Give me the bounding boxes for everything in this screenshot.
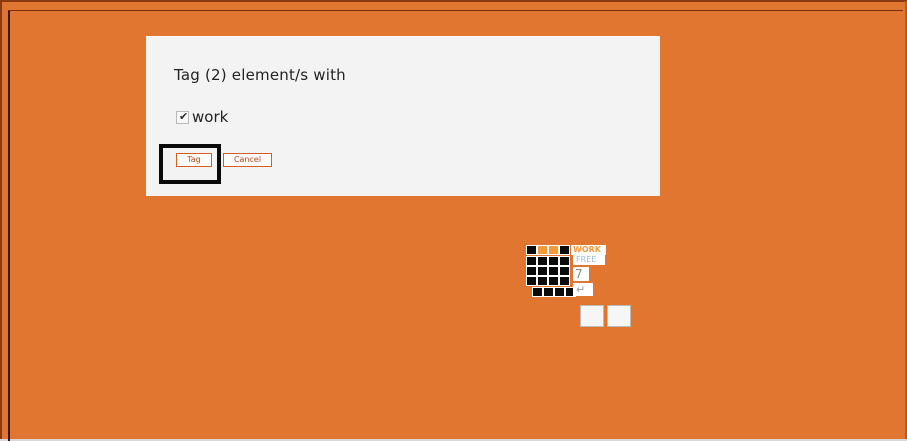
work-tag-chip[interactable]: WORK xyxy=(571,245,606,255)
tag-dialog: Tag (2) element/s with ✔ work Tag Cancel xyxy=(146,36,660,196)
selection-square[interactable] xyxy=(526,256,537,266)
selection-square[interactable] xyxy=(543,287,554,297)
selection-square[interactable] xyxy=(537,266,548,276)
free-tag-chip[interactable]: FREE xyxy=(573,255,605,265)
cancel-button[interactable]: Cancel xyxy=(223,153,272,167)
selection-square[interactable] xyxy=(526,245,537,255)
dialog-title: Tag (2) element/s with xyxy=(174,66,346,84)
tag-option-label: work xyxy=(192,108,229,126)
top-rule xyxy=(8,10,903,11)
tag-button[interactable]: Tag xyxy=(176,153,212,167)
app-canvas: Tag (2) element/s with ✔ work Tag Cancel xyxy=(0,0,907,441)
selection-square[interactable] xyxy=(548,276,559,286)
selection-square[interactable] xyxy=(548,266,559,276)
blank-tile[interactable] xyxy=(607,305,631,327)
left-rule xyxy=(8,10,10,441)
check-icon: ✔ xyxy=(179,109,189,123)
seven-tag-chip[interactable]: 7 xyxy=(573,267,589,281)
selection-square[interactable] xyxy=(559,256,570,266)
selection-square[interactable] xyxy=(526,266,537,276)
selection-square[interactable] xyxy=(548,245,559,255)
selection-square[interactable] xyxy=(537,276,548,286)
element-minimap: WORK FREE 7 ↵ xyxy=(525,243,635,333)
selection-square[interactable] xyxy=(548,256,559,266)
selection-square[interactable] xyxy=(537,245,548,255)
selection-square[interactable] xyxy=(559,245,570,255)
selection-square[interactable] xyxy=(559,266,570,276)
selection-square[interactable] xyxy=(532,287,543,297)
blank-tile[interactable] xyxy=(580,305,604,327)
selection-square[interactable] xyxy=(559,276,570,286)
selection-square[interactable] xyxy=(537,256,548,266)
work-checkbox[interactable]: ✔ xyxy=(176,109,189,124)
selection-square[interactable] xyxy=(526,276,537,286)
selection-square[interactable] xyxy=(554,287,565,297)
return-arrow-icon[interactable]: ↵ xyxy=(573,283,593,296)
tag-option-work[interactable]: ✔ work xyxy=(176,108,228,126)
